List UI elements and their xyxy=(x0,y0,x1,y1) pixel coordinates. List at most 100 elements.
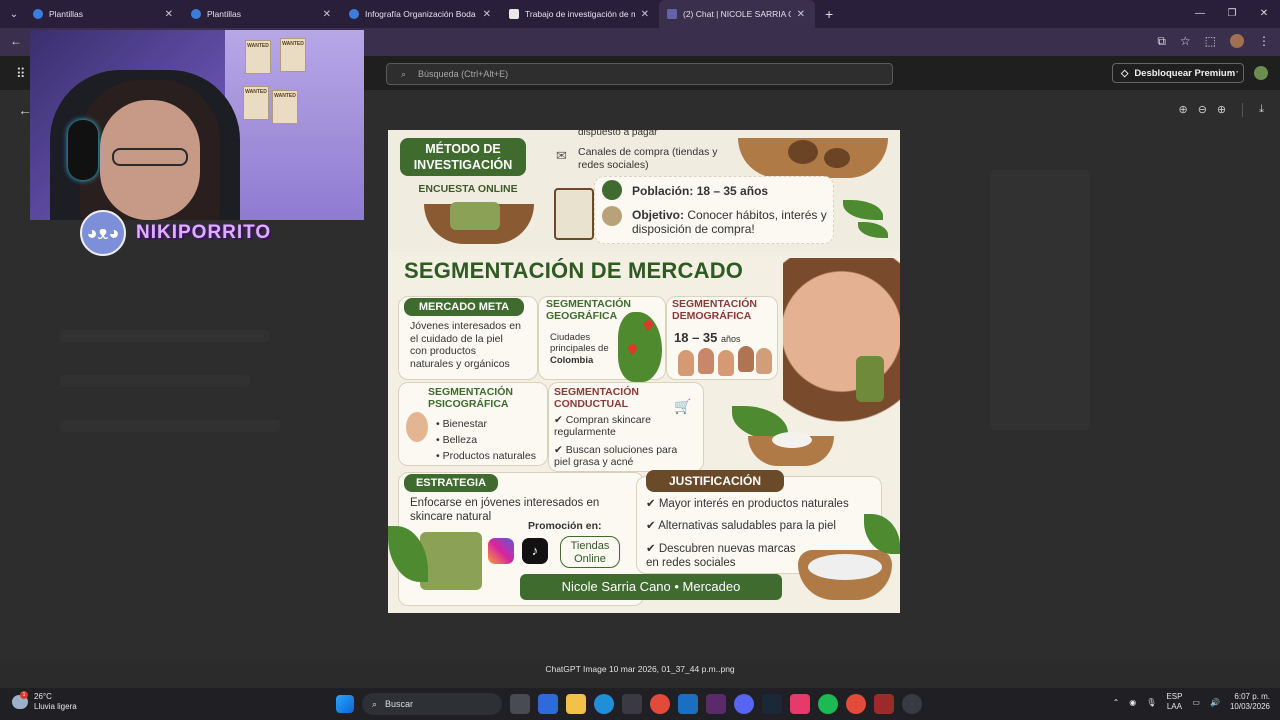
soap-bar-image xyxy=(856,356,884,402)
bookmark-star-icon[interactable]: ☆ xyxy=(1180,34,1191,49)
behav-title: SEGMENTACIÓN CONDUCTUAL xyxy=(554,386,639,410)
weather-badge: 1 xyxy=(20,691,28,699)
objective: Objetivo: Conocer hábitos, interés y dis… xyxy=(632,208,832,237)
weather-temp: 26°C xyxy=(34,692,52,701)
file-explorer-icon[interactable] xyxy=(566,694,586,714)
spotify-icon[interactable] xyxy=(818,694,838,714)
cart-icon: 🛒 xyxy=(674,398,692,414)
tab-title: (2) Chat | NICOLE SARRIA CANO xyxy=(683,9,791,19)
network-icon[interactable]: ▭ xyxy=(1192,698,1200,707)
windows-start-icon[interactable] xyxy=(336,695,354,713)
tab-1[interactable]: Plantillas ✕ xyxy=(25,0,183,28)
psycho-item-text: Productos naturales xyxy=(442,450,536,462)
tab-list-chevron-icon[interactable]: ⌄ xyxy=(3,3,25,25)
minimize-icon[interactable]: — xyxy=(1184,0,1216,28)
salt-image xyxy=(808,554,882,580)
survey-label: ENCUESTA ONLINE xyxy=(418,183,518,195)
weather-text: 26°C Lluvia ligera xyxy=(34,692,77,712)
justification-title: JUSTIFICACIÓN xyxy=(646,470,784,492)
menu-dots-icon[interactable]: ⋮ xyxy=(1258,34,1270,49)
person-icon xyxy=(718,350,734,376)
close-icon[interactable]: ✕ xyxy=(483,9,491,20)
extensions-icon[interactable]: ⬚ xyxy=(1205,34,1216,49)
tab-title: Infografía Organización Boda M xyxy=(365,9,477,19)
app-icon[interactable] xyxy=(874,694,894,714)
blurred-bg xyxy=(60,420,280,432)
mail-icon[interactable] xyxy=(678,694,698,714)
webcam-overlay: WANTED WANTED WANTED WANTED xyxy=(30,30,364,220)
cat-avatar-icon: ◕ᴥ◕ xyxy=(80,210,126,256)
unlock-premium-button[interactable]: ◇ Desbloquear Premium xyxy=(1112,63,1245,83)
back-arrow-icon[interactable]: ← xyxy=(10,34,22,48)
blurred-bg xyxy=(990,170,1090,430)
new-tab-button[interactable]: + xyxy=(825,6,833,22)
app-icon[interactable] xyxy=(902,694,922,714)
chrome-icon[interactable] xyxy=(650,694,670,714)
zoom-in-icon[interactable]: ⊕ xyxy=(1217,103,1226,117)
language-indicator[interactable]: ESP LAA xyxy=(1166,692,1182,713)
microphone-icon[interactable]: 🎙 xyxy=(1146,698,1156,707)
just-item-3: ✔ Descubren nuevas marcas en redes socia… xyxy=(646,543,796,569)
tiktok-icon: ♪ xyxy=(522,538,548,564)
chrome-active-icon[interactable] xyxy=(846,694,866,714)
person-icon xyxy=(738,346,754,372)
fit-screen-icon[interactable]: ⊕ xyxy=(1178,103,1187,117)
diamond-icon: ◇ xyxy=(1121,67,1129,79)
discord-icon[interactable] xyxy=(734,694,754,714)
tab-5-active[interactable]: (2) Chat | NICOLE SARRIA CANO ✕ xyxy=(659,0,815,28)
close-icon[interactable]: ✕ xyxy=(797,9,805,20)
glasses xyxy=(112,148,188,166)
search-input[interactable]: ⌕ Búsqueda (Ctrl+Alt+E) xyxy=(386,63,893,85)
volume-icon[interactable]: 🔊 xyxy=(1210,698,1220,707)
tab-4[interactable]: Trabajo de investigación de me ✕ xyxy=(501,0,659,28)
download-icon[interactable]: ⤓ xyxy=(1259,103,1264,117)
app-launcher-icon[interactable]: ⠿ xyxy=(16,66,26,82)
population-label: Población: xyxy=(632,184,694,198)
segmentation-title: SEGMENTACIÓN DE MERCADO xyxy=(404,258,744,283)
weather-desc: Lluvia ligera xyxy=(34,702,77,711)
install-app-icon[interactable]: ⧉ xyxy=(1157,34,1166,49)
more-options-icon[interactable]: ⋯ xyxy=(1228,65,1239,78)
tab-2[interactable]: Plantillas ✕ xyxy=(183,0,341,28)
demo-title: SEGMENTACIÓN DEMOGRÁFICA xyxy=(672,298,757,322)
nut-image xyxy=(824,148,850,168)
close-icon[interactable]: ✕ xyxy=(165,9,173,20)
window-controls: — ❐ ✕ xyxy=(1184,0,1280,28)
close-icon[interactable]: ✕ xyxy=(641,9,649,20)
weather-widget[interactable]: 1 26°C Lluvia ligera xyxy=(12,691,77,712)
psycho-item: • Belleza xyxy=(436,434,478,446)
behav-item-text: Compran skincare regularmente xyxy=(554,414,651,438)
psycho-item: • Productos naturales xyxy=(436,450,536,462)
steam-icon[interactable] xyxy=(762,694,782,714)
just-item-text: Descubren nuevas marcas en redes sociale… xyxy=(646,543,796,569)
population: Población: 18 – 35 años xyxy=(632,184,768,198)
store-icon[interactable] xyxy=(622,694,642,714)
tiktok-icon[interactable] xyxy=(790,694,810,714)
restore-icon[interactable]: ❐ xyxy=(1216,0,1248,28)
blurred-bg xyxy=(60,375,250,387)
close-icon[interactable]: ✕ xyxy=(323,9,331,20)
tray-app-icon[interactable]: ◉ xyxy=(1129,698,1136,707)
promo-label: Promoción en: xyxy=(528,520,602,532)
clipboard-icon xyxy=(554,188,594,240)
search-placeholder: Búsqueda (Ctrl+Alt+E) xyxy=(418,69,509,79)
clock[interactable]: 6:07 p. m. 10/03/2026 xyxy=(1230,692,1270,713)
method-title: MÉTODO DE INVESTIGACIÓN xyxy=(400,138,526,176)
edge-icon[interactable] xyxy=(594,694,614,714)
close-window-icon[interactable]: ✕ xyxy=(1248,0,1280,28)
taskbar-search[interactable]: ⌕ Buscar xyxy=(362,693,502,715)
task-view-icon[interactable] xyxy=(510,694,530,714)
viewer-tools: ⊕ ⊖ ⊕ ⤓ xyxy=(1178,103,1264,117)
search-icon: ⌕ xyxy=(372,698,378,709)
chevron-up-icon[interactable]: ⌃ xyxy=(1113,698,1120,707)
profile-avatar[interactable] xyxy=(1230,34,1244,48)
person-icon xyxy=(756,348,772,374)
headset-icon xyxy=(68,120,98,180)
user-avatar[interactable] xyxy=(1254,66,1268,80)
psycho-title: SEGMENTACIÓN PSICOGRÁFICA xyxy=(428,386,513,410)
tab-3[interactable]: Infografía Organización Boda M ✕ xyxy=(341,0,501,28)
zoom-out-icon[interactable]: ⊖ xyxy=(1198,103,1207,117)
app-icon[interactable] xyxy=(706,694,726,714)
just-item-text: Alternativas saludables para la piel xyxy=(658,520,836,532)
copilot-icon[interactable] xyxy=(538,694,558,714)
